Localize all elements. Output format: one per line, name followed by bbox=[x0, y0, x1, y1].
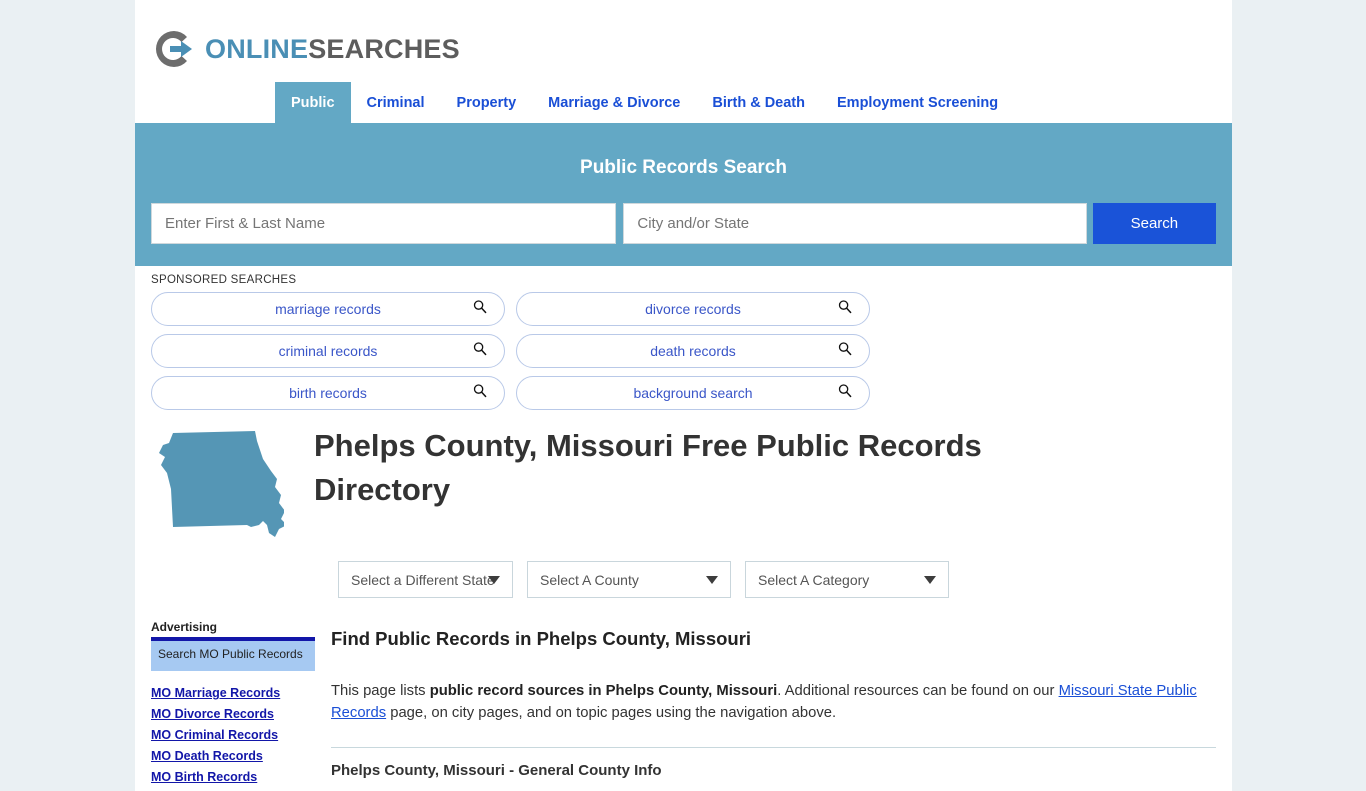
select-county-dropdown[interactable]: Select A County bbox=[527, 561, 731, 598]
filter-row: Select a Different State Select A County… bbox=[135, 547, 1232, 598]
search-icon bbox=[838, 342, 852, 361]
main-heading: Find Public Records in Phelps County, Mi… bbox=[331, 628, 752, 649]
search-icon bbox=[838, 300, 852, 319]
sponsored-pill-birth-records[interactable]: birth records bbox=[151, 376, 505, 410]
main-content: Find Public Records in Phelps County, Mi… bbox=[315, 620, 1216, 791]
sidebar-ad-box[interactable]: Search MO Public Records bbox=[151, 637, 315, 672]
tab-employment-screening[interactable]: Employment Screening bbox=[821, 82, 1014, 123]
sidebar-link-mo-marriage-records[interactable]: MO Marriage Records bbox=[151, 686, 315, 700]
search-icon bbox=[473, 384, 487, 403]
public-records-search-banner: Public Records Search Search bbox=[135, 126, 1232, 266]
sidebar-link-mo-death-records[interactable]: MO Death Records bbox=[151, 749, 315, 763]
circle-arrow-logo-icon bbox=[152, 27, 196, 71]
logo-word-searches: SEARCHES bbox=[308, 33, 460, 64]
site-header: ONLINESEARCHES bbox=[135, 0, 1232, 82]
chevron-down-icon bbox=[488, 575, 500, 584]
tab-property[interactable]: Property bbox=[441, 82, 533, 123]
sponsored-searches-section: SPONSORED SEARCHES marriage records divo… bbox=[135, 266, 1232, 410]
sidebar: Advertising Search MO Public Records MO … bbox=[151, 620, 315, 791]
sponsored-pill-marriage-records[interactable]: marriage records bbox=[151, 292, 505, 326]
tab-marriage-divorce[interactable]: Marriage & Divorce bbox=[532, 82, 696, 123]
pill-label: divorce records bbox=[645, 301, 741, 317]
hero-section: Phelps County, Missouri Free Public Reco… bbox=[135, 410, 1232, 547]
search-form: Search bbox=[151, 203, 1216, 244]
sponsored-searches-label: SPONSORED SEARCHES bbox=[151, 274, 297, 286]
select-category-label: Select A Category bbox=[758, 571, 870, 588]
sidebar-link-mo-criminal-records[interactable]: MO Criminal Records bbox=[151, 728, 315, 742]
intro-text-3: page, on city pages, and on topic pages … bbox=[386, 705, 837, 722]
sidebar-link-mo-birth-records[interactable]: MO Birth Records bbox=[151, 770, 315, 784]
search-button[interactable]: Search bbox=[1092, 203, 1216, 244]
pill-label: criminal records bbox=[278, 343, 378, 359]
banner-title: Public Records Search bbox=[580, 157, 787, 178]
select-state-label: Select a Different State bbox=[351, 571, 495, 588]
primary-nav: Public Criminal Property Marriage & Divo… bbox=[135, 82, 1232, 126]
sponsored-pill-divorce-records[interactable]: divorce records bbox=[516, 292, 870, 326]
sidebar-links: MO Marriage Records MO Divorce Records M… bbox=[151, 686, 315, 784]
chevron-down-icon bbox=[706, 575, 718, 584]
intro-text-1: This page lists bbox=[331, 683, 430, 699]
intro-bold: public record sources in Phelps County, … bbox=[429, 683, 778, 699]
search-icon bbox=[838, 384, 852, 403]
chevron-down-icon bbox=[924, 575, 936, 584]
tab-public[interactable]: Public bbox=[275, 82, 351, 123]
pill-label: death records bbox=[650, 343, 736, 359]
sidebar-ad-text: Search MO Public Records bbox=[158, 647, 303, 661]
logo-word-online: ONLINE bbox=[205, 33, 309, 64]
sponsored-pill-death-records[interactable]: death records bbox=[516, 334, 870, 368]
select-state-dropdown[interactable]: Select a Different State bbox=[338, 561, 513, 598]
tab-criminal[interactable]: Criminal bbox=[351, 82, 441, 123]
search-icon bbox=[473, 300, 487, 319]
content-columns: Advertising Search MO Public Records MO … bbox=[135, 598, 1232, 791]
select-county-label: Select A County bbox=[540, 571, 639, 588]
sidebar-link-mo-divorce-records[interactable]: MO Divorce Records bbox=[151, 707, 315, 721]
intro-text-2: . Additional resources can be found on o… bbox=[777, 683, 1059, 699]
subsection-heading: Phelps County, Missouri - General County… bbox=[331, 761, 662, 779]
pill-label: marriage records bbox=[275, 301, 381, 317]
intro-paragraph: This page lists public record sources in… bbox=[331, 680, 1216, 725]
page-container: ONLINESEARCHES Public Criminal Property … bbox=[135, 0, 1232, 791]
select-category-dropdown[interactable]: Select A Category bbox=[745, 561, 949, 598]
search-location-input[interactable] bbox=[623, 203, 1087, 244]
divider bbox=[331, 746, 1216, 748]
tab-birth-death[interactable]: Birth & Death bbox=[696, 82, 821, 123]
site-logo-text[interactable]: ONLINESEARCHES bbox=[205, 34, 460, 65]
sponsored-pill-grid: marriage records divorce records crimina… bbox=[151, 292, 1216, 410]
sponsored-pill-background-search[interactable]: background search bbox=[516, 376, 870, 410]
search-name-input[interactable] bbox=[151, 203, 617, 244]
pill-label: background search bbox=[633, 385, 753, 401]
advertising-label: Advertising bbox=[151, 620, 218, 634]
pill-label: birth records bbox=[289, 385, 367, 401]
sponsored-pill-criminal-records[interactable]: criminal records bbox=[151, 334, 505, 368]
search-icon bbox=[473, 342, 487, 361]
page-title: Phelps County, Missouri Free Public Reco… bbox=[314, 428, 982, 508]
missouri-state-map-icon bbox=[151, 429, 287, 547]
